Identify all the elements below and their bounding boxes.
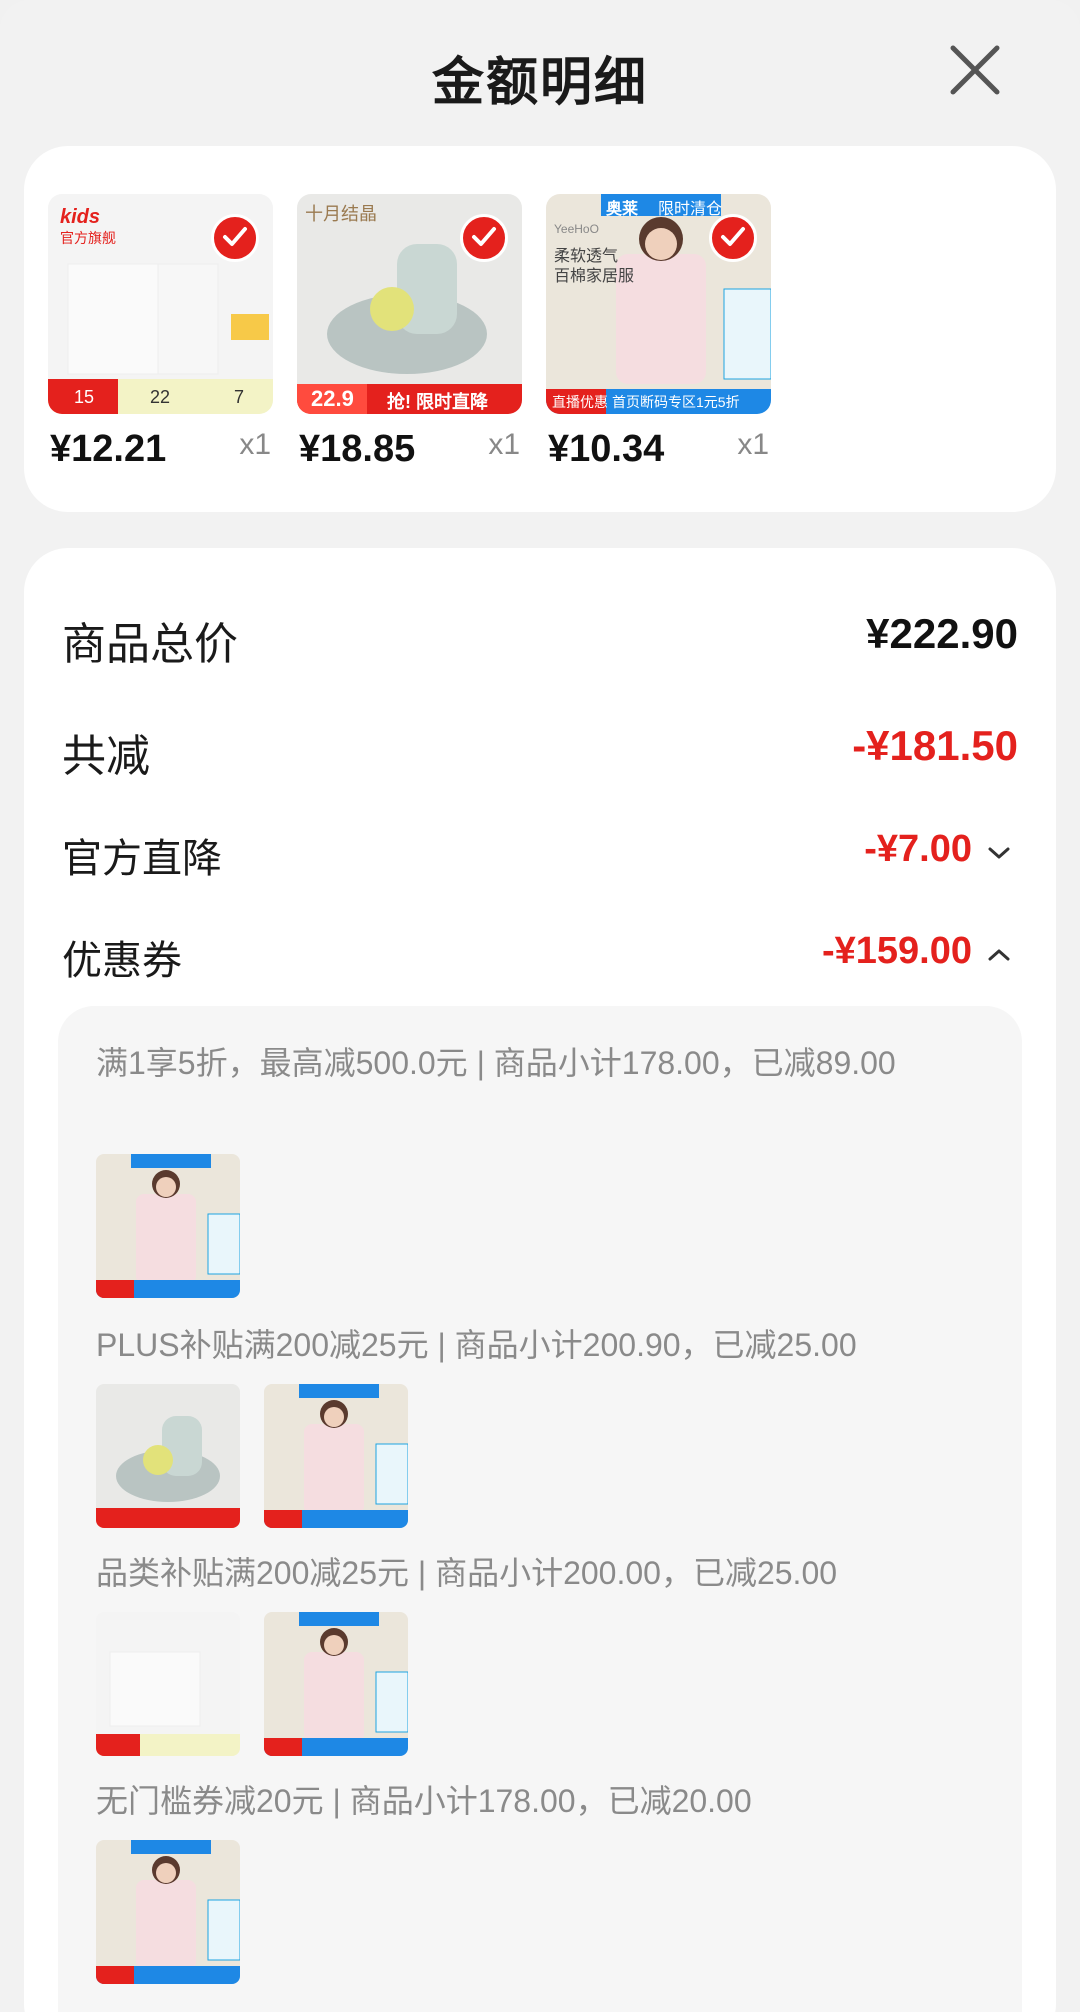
brand-sub: 官方旗舰: [60, 230, 116, 246]
coupon-desc-1: 满1享5折，最高减500.0元 | 商品小计178.00，已减89.00: [96, 1045, 896, 1081]
direct-discount-label: 官方直降: [62, 837, 222, 881]
selected-check-icon[interactable]: [211, 214, 259, 262]
badge-num-1: 15: [74, 387, 95, 407]
chevron-down-icon[interactable]: [986, 844, 1012, 862]
coupon-value: -¥159.00: [821, 930, 972, 972]
sheet-title: 金额明细: [431, 54, 648, 112]
sheet-header: 金额明细: [0, 30, 1080, 120]
product-qty: x1: [737, 428, 769, 461]
product-price-row: ¥18.85 x1: [297, 416, 522, 476]
selected-check-icon[interactable]: [709, 214, 757, 262]
coupon-item-thumb-homewear[interactable]: [264, 1612, 408, 1756]
chevron-up-icon[interactable]: [986, 946, 1012, 964]
product-image-kids[interactable]: kids 官方旗舰 15 22 7: [48, 194, 273, 414]
coupon-desc-4: 无门槛券减20元 | 商品小计178.00，已减20.00: [96, 1783, 752, 1819]
direct-discount-value: -¥7.00: [864, 828, 972, 870]
direct-discount-row[interactable]: 官方直降 -¥7.00: [62, 816, 1018, 886]
tag-outlet: 奥莱: [606, 201, 639, 218]
selected-check-icon[interactable]: [460, 214, 508, 262]
product-price-row: ¥10.34 x1: [546, 416, 771, 476]
coupon-row[interactable]: 优惠券 -¥159.00: [62, 918, 1018, 988]
coupon-desc-3: 品类补贴满200减25元 | 商品小计200.00，已减25.00: [96, 1555, 838, 1591]
coupon-item-thumb-kids[interactable]: [96, 1612, 240, 1756]
product-image-homewear[interactable]: 奥莱 限时清仓 YeeHoO 柔软透气 百棉家居服 直播优惠 首页断码专区1元5…: [546, 194, 771, 414]
total-reduce-row: 共减 -¥181.50: [62, 710, 1018, 781]
products-card: kids 官方旗舰 15 22 7 ¥12.21 x1 十月结晶 22.9 抢!…: [24, 146, 1056, 512]
product-qty: x1: [488, 428, 520, 461]
brand-logo-socks: 十月结晶: [305, 204, 377, 224]
summary-card: 商品总价 ¥222.90 共减 -¥181.50 官方直降 -¥7.00 优惠券…: [24, 548, 1056, 2012]
headline-2: 百棉家居服: [554, 268, 635, 285]
total-reduce-value: -¥181.50: [852, 722, 1018, 769]
coupon-breakdown: 满1享5折，最高减500.0元 | 商品小计178.00，已减89.00 PLU…: [58, 1006, 1022, 2012]
product-price-row: ¥12.21 x1: [48, 416, 273, 476]
close-icon[interactable]: [945, 40, 1005, 100]
total-price-row: 商品总价 ¥222.90: [62, 598, 1018, 669]
coupon-label: 优惠券: [62, 939, 182, 983]
product-price: ¥10.34: [548, 428, 665, 470]
coupon-item-thumb-socks[interactable]: [96, 1384, 240, 1528]
coupon-item-thumb-homewear[interactable]: [264, 1384, 408, 1528]
product-price: ¥18.85: [299, 428, 416, 470]
badge-num-3: 7: [234, 387, 245, 407]
coupon-item-thumb-homewear[interactable]: [96, 1154, 240, 1298]
coupon-desc-2: PLUS补贴满200减25元 | 商品小计200.90，已减25.00: [96, 1327, 857, 1363]
promo-text: 抢! 限时直降: [387, 392, 488, 412]
total-reduce-label: 共减: [62, 732, 150, 781]
amount-detail-sheet: 金额明细 kids 官方旗舰 15 22 7 ¥12.21 x1 十月结晶 22…: [0, 0, 1080, 2012]
product-price: ¥12.21: [50, 428, 167, 470]
product-image-socks[interactable]: 十月结晶 22.9 抢! 限时直降: [297, 194, 522, 414]
total-price-value: ¥222.90: [866, 610, 1018, 657]
product-qty: x1: [239, 428, 271, 461]
footer-promo: 首页断码专区1元5折: [612, 394, 740, 410]
brand-logo-kids: kids: [60, 206, 101, 228]
tag-clearance: 限时清仓: [658, 201, 723, 218]
coupon-item-thumb-homewear[interactable]: [96, 1840, 240, 1984]
promo-price: 22.9: [311, 386, 354, 411]
total-price-label: 商品总价: [62, 620, 238, 669]
footer-live: 直播优惠: [552, 394, 608, 410]
badge-num-2: 22: [150, 387, 171, 407]
brand-logo-yeehoo: YeeHoO: [554, 222, 599, 236]
